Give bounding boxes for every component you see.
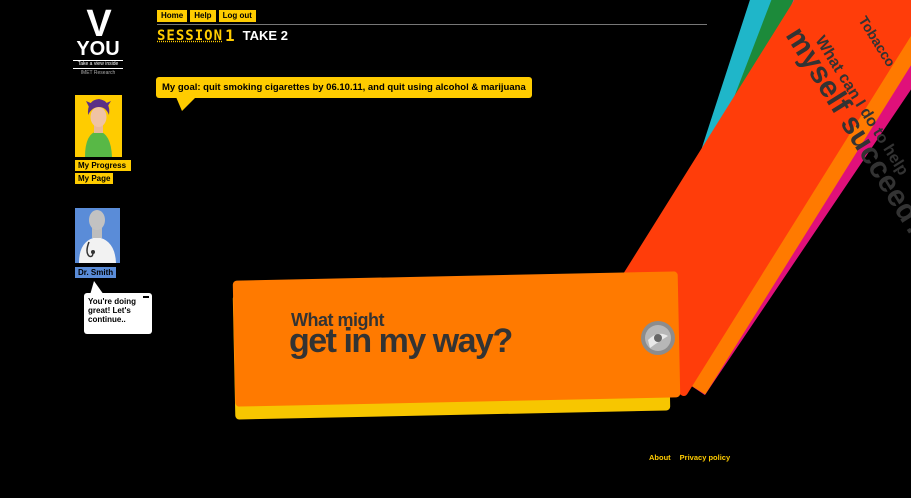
doctor-speech-bubble: You're doing great! Let's continue.. [84, 293, 152, 334]
footer: About Privacy policy [649, 453, 730, 462]
doctor-name: Dr. Smith [75, 267, 117, 278]
my-progress-button[interactable]: My Progress [75, 160, 131, 171]
privacy-link[interactable]: Privacy policy [680, 453, 730, 462]
doctor-avatar[interactable] [75, 208, 120, 263]
card-fan: Tobacco What can I do to help myself suc… [586, 0, 911, 397]
speech-text: You're doing great! Let's continue.. [88, 297, 136, 324]
my-page-button[interactable]: My Page [75, 173, 114, 184]
main-card-line2: get in my way? [289, 322, 513, 360]
about-link[interactable]: About [649, 453, 671, 462]
pin-icon [641, 321, 675, 355]
user-avatar[interactable] [75, 95, 122, 157]
close-icon[interactable] [143, 296, 149, 298]
